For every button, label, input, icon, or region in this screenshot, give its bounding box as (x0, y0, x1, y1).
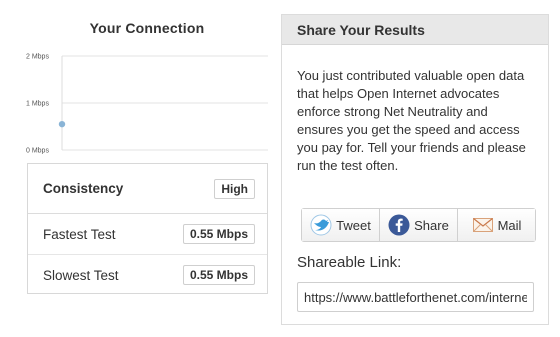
y-tick-label: 1 Mbps (26, 101, 49, 108)
fastest-test-label: Fastest Test (43, 226, 116, 242)
slowest-test-label: Slowest Test (43, 267, 119, 283)
mail-button[interactable]: Mail (458, 209, 535, 241)
share-description: You just contributed valuable open data … (297, 68, 526, 173)
share-results-panel: Share Your Results You just contributed … (281, 14, 549, 325)
y-tick-label: 0 Mbps (26, 148, 49, 155)
y-tick-label: 2 Mbps (26, 54, 49, 61)
speed-data-point (58, 120, 66, 128)
twitter-bird-icon (310, 214, 332, 236)
consistency-value: High (214, 178, 255, 199)
tweet-button[interactable]: Tweet (302, 209, 380, 241)
consistency-row: Consistency High (28, 164, 267, 214)
stats-panel: Consistency High Fastest Test 0.55 Mbps … (27, 163, 268, 294)
fastest-test-value: 0.55 Mbps (182, 224, 255, 244)
share-button-group: Tweet Share Mail (301, 208, 536, 242)
envelope-icon (472, 216, 494, 234)
facebook-icon (388, 214, 410, 236)
shareable-link-label: Shareable Link: (297, 254, 402, 271)
speed-chart: 0 Mbps 1 Mbps 2 Mbps (26, 46, 268, 158)
facebook-share-button[interactable]: Share (380, 209, 458, 241)
slowest-test-value: 0.55 Mbps (182, 265, 255, 285)
shareable-link-input[interactable] (297, 282, 534, 312)
consistency-label: Consistency (43, 181, 124, 196)
speed-chart-svg: 0 Mbps 1 Mbps 2 Mbps (26, 54, 268, 155)
fastest-test-row: Fastest Test 0.55 Mbps (28, 214, 267, 255)
facebook-share-label: Share (414, 217, 449, 233)
connection-title: Your Connection (89, 20, 205, 36)
slowest-test-row: Slowest Test 0.55 Mbps (28, 255, 267, 295)
mail-label: Mail (497, 217, 522, 233)
share-results-title: Share Your Results (282, 15, 548, 45)
tweet-label: Tweet (336, 217, 371, 233)
